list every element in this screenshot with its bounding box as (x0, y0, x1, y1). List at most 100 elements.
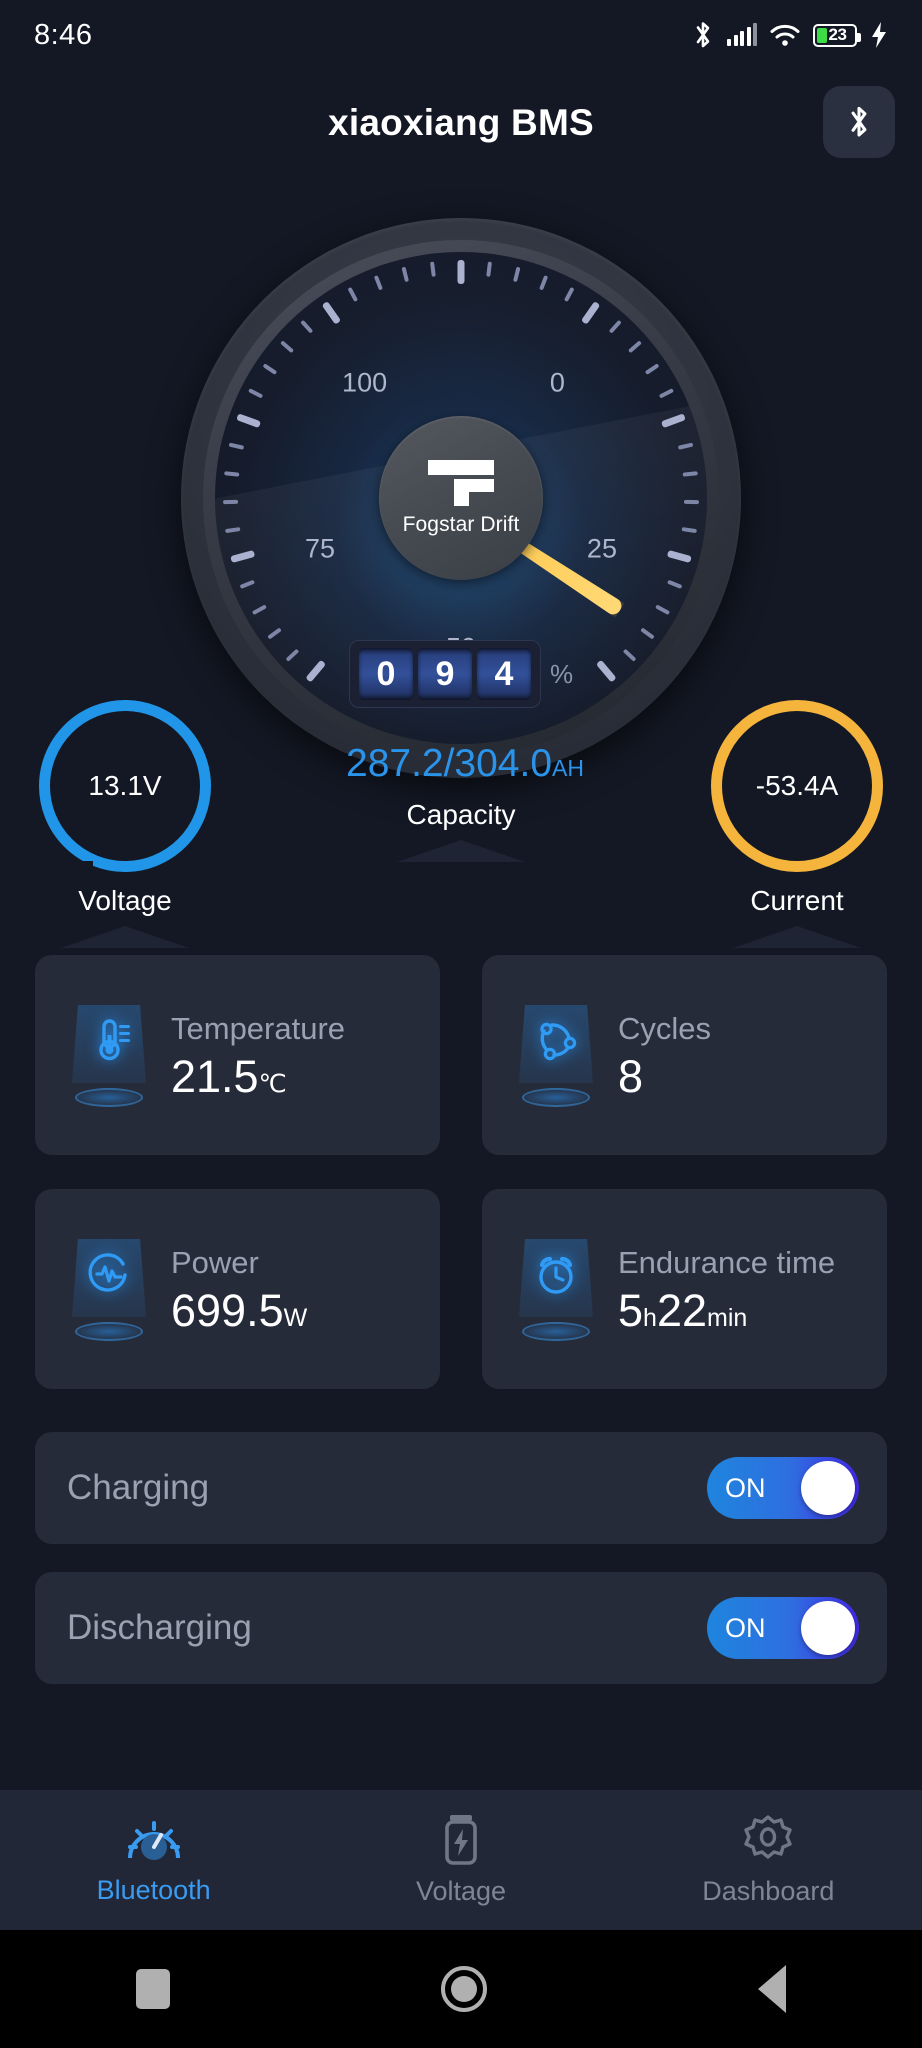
voltage-value: 13.1V (88, 770, 162, 801)
gauge-tick-minor (430, 261, 436, 277)
android-navigation-bar (0, 1930, 922, 2048)
current-label: Current (750, 885, 844, 916)
current-pointer (733, 926, 861, 948)
metric-row: 13.1V Voltage 287.2/304.0AH Capacity -53… (0, 700, 922, 948)
endurance-minutes: 22 (656, 1285, 707, 1336)
bluetooth-icon (696, 22, 710, 48)
card-value: 699.5W (171, 1288, 307, 1333)
gauge-scale-label: 75 (305, 533, 336, 564)
gauge-tick-major (321, 301, 342, 325)
gauge-tick-minor (248, 388, 264, 399)
charging-switch[interactable]: ON (707, 1457, 859, 1519)
current-value: -53.4A (755, 770, 839, 801)
nav-label-bluetooth: Bluetooth (96, 1875, 211, 1905)
metric-capacity[interactable]: 287.2/304.0AH Capacity (346, 742, 584, 862)
card-value: 8 (618, 1054, 711, 1099)
info-card-grid: Temperature 21.5℃ Cycles 8 Power 699.5W … (35, 955, 887, 1423)
capacity-label: Capacity (406, 799, 516, 830)
battery-percent-label: 23 (828, 25, 847, 44)
endurance-minutes-unit: min (707, 1304, 748, 1332)
battery-bolt-icon (445, 1815, 477, 1865)
gauge-scale-label: 25 (586, 533, 617, 564)
odometer-digits: 0 9 4 (348, 640, 541, 708)
voltage-pointer (61, 926, 189, 948)
voltage-label: Voltage (78, 885, 172, 916)
bottom-navigation: Bluetooth Voltage Dashboard (0, 1790, 922, 1930)
charging-label: Charging (67, 1468, 210, 1507)
gauge-tick-minor (223, 499, 239, 505)
row-charging[interactable]: Charging ON (35, 1432, 887, 1544)
gauge-tick-major (236, 413, 262, 429)
temperature-number: 21.5 (171, 1051, 259, 1102)
status-time: 8:46 (34, 18, 93, 51)
nav-label-dashboard: Dashboard (702, 1876, 835, 1906)
cycles-number: 8 (618, 1051, 644, 1102)
gauge-tick-minor (280, 340, 295, 354)
status-icon-group: 23 (692, 20, 888, 50)
switch-knob (801, 1461, 855, 1515)
card-value: 5h22min (618, 1288, 835, 1333)
power-number: 699.5 (171, 1285, 284, 1336)
card-value: 21.5℃ (171, 1054, 345, 1099)
gauge-tick-minor (401, 266, 409, 283)
gauge-tick-minor (658, 388, 674, 399)
switch-knob (801, 1601, 855, 1655)
card-title: Temperature (171, 1011, 346, 1046)
odometer-unit: % (549, 658, 574, 689)
battery-icon: 23 (813, 23, 861, 47)
power-pulse-icon (63, 1237, 155, 1341)
gauge-scale-label: 100 (342, 367, 388, 398)
soc-odometer: 0 9 4 % (348, 640, 574, 708)
odometer-digit: 9 (417, 648, 472, 700)
gauge-tick-minor (486, 261, 492, 277)
card-temperature[interactable]: Temperature 21.5℃ (35, 955, 440, 1155)
card-title: Cycles (618, 1011, 712, 1046)
cycles-icon (510, 1003, 602, 1107)
nav-item-voltage[interactable]: Voltage (307, 1813, 614, 1907)
gauge-tick-minor (300, 319, 314, 334)
row-discharging[interactable]: Discharging ON (35, 1572, 887, 1684)
voltage-ring: 13.1V (39, 700, 211, 872)
toggle-section: Charging ON Discharging ON (35, 1432, 887, 1712)
nav-item-dashboard[interactable]: Dashboard (615, 1813, 922, 1907)
status-bar: 8:46 23 (0, 0, 922, 70)
card-endurance-time[interactable]: Endurance time 5h22min (482, 1189, 887, 1389)
gauge-tick-minor (224, 471, 240, 477)
lightning-bolt-icon (872, 22, 886, 48)
power-unit: W (283, 1304, 308, 1332)
discharging-switch[interactable]: ON (707, 1597, 859, 1659)
home-button[interactable] (440, 1966, 487, 2012)
gauge-tick-minor (513, 266, 521, 283)
gauge-icon (127, 1821, 180, 1860)
gauge-tick-minor (683, 499, 699, 505)
card-power[interactable]: Power 699.5W (35, 1189, 440, 1389)
gauge-tick-minor (228, 442, 245, 450)
gauge-hub: Fogstar Drift (379, 416, 543, 580)
metric-current[interactable]: -53.4A Current (682, 700, 912, 948)
capacity-unit: AH (552, 755, 584, 781)
recents-button[interactable] (135, 1969, 170, 2009)
card-cycles[interactable]: Cycles 8 (482, 955, 887, 1155)
back-button[interactable] (758, 1965, 787, 2013)
app-screen: 8:46 23 xiaoxiang BMS 0 25 75 100 Fogsta… (0, 0, 922, 2048)
metric-voltage[interactable]: 13.1V Voltage (10, 700, 240, 948)
card-title: Endurance time (618, 1245, 836, 1280)
gauge-tick-minor (347, 286, 359, 303)
wifi-icon (770, 24, 800, 46)
nav-item-bluetooth[interactable]: Bluetooth (0, 1814, 307, 1906)
gauge-tick-minor (644, 363, 660, 375)
endurance-hours-unit: h (643, 1304, 657, 1332)
brand-label: Fogstar Drift (402, 512, 520, 536)
gauge-tick-minor (373, 275, 383, 291)
gauge-tick-major (457, 260, 465, 284)
gauge-tick-major (580, 301, 601, 325)
nav-label-voltage: Voltage (415, 1876, 507, 1906)
gauge-tick-minor (262, 363, 278, 375)
capacity-value: 287.2/304.0AH (346, 742, 584, 786)
current-ring: -53.4A (711, 700, 883, 872)
bluetooth-connect-button[interactable] (823, 86, 895, 158)
discharging-state: ON (725, 1612, 766, 1643)
endurance-hours: 5 (618, 1285, 644, 1336)
page-title: xiaoxiang BMS (328, 102, 594, 143)
odometer-digit: 0 (358, 648, 413, 700)
